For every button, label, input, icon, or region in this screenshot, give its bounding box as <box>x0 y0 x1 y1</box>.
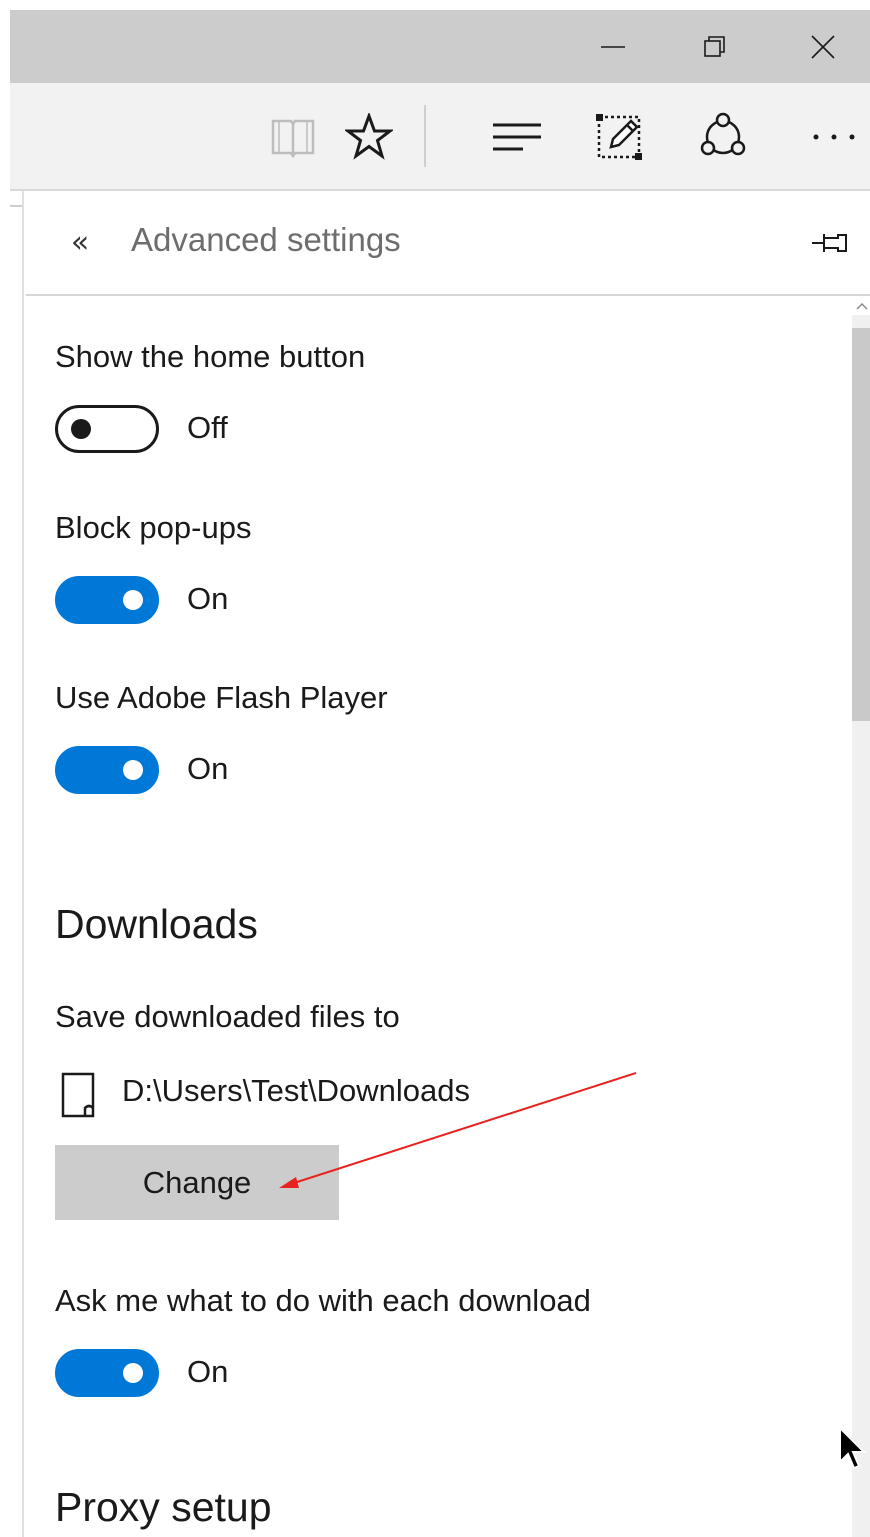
browser-window: « Advanced settings Show the home button… <box>0 0 870 1537</box>
save-location-label: Save downloaded files to <box>55 999 400 1034</box>
reading-view-icon <box>271 119 315 159</box>
ask-download-toggle[interactable] <box>55 1349 159 1397</box>
browser-toolbar <box>10 83 870 191</box>
download-path: D:\Users\Test\Downloads <box>122 1073 471 1108</box>
favorite-star-icon <box>345 113 393 160</box>
more-button[interactable] <box>802 108 866 166</box>
hub-icon <box>493 123 541 151</box>
advanced-settings-panel: « Advanced settings Show the home button… <box>26 191 870 1537</box>
ask-download-label: Ask me what to do with each download <box>55 1283 591 1318</box>
toggle-knob <box>123 590 143 610</box>
web-note-button[interactable] <box>590 108 648 166</box>
panel-title: Advanced settings <box>131 221 401 258</box>
close-button[interactable] <box>788 10 858 83</box>
panel-edge <box>22 191 24 1537</box>
pin-button[interactable] <box>808 225 852 261</box>
toggle-knob <box>123 760 143 780</box>
toolbar-separator <box>424 105 426 167</box>
web-note-icon <box>596 114 642 160</box>
minimize-icon <box>601 45 625 48</box>
hub-button[interactable] <box>488 108 546 166</box>
minimize-button[interactable] <box>578 10 648 83</box>
flash-label: Use Adobe Flash Player <box>55 680 388 715</box>
chevron-up-icon <box>856 302 868 310</box>
restore-button[interactable] <box>680 10 750 83</box>
mouse-cursor-icon <box>839 1426 866 1470</box>
panel-header: « Advanced settings <box>26 191 870 296</box>
ask-download-state: On <box>187 1354 229 1389</box>
share-button[interactable] <box>694 108 752 166</box>
title-bar <box>10 10 870 83</box>
drive-folder-icon <box>61 1072 95 1118</box>
block-popups-toggle[interactable] <box>55 576 159 624</box>
pin-icon <box>812 234 847 252</box>
scroll-up-button[interactable] <box>854 299 870 313</box>
favorite-button[interactable] <box>340 108 398 166</box>
close-icon <box>811 34 835 59</box>
restore-icon <box>704 35 725 57</box>
home-button-toggle[interactable] <box>55 405 159 453</box>
home-button-label: Show the home button <box>55 339 366 374</box>
block-popups-state: On <box>187 581 229 616</box>
reading-view-button[interactable] <box>264 108 322 166</box>
downloads-heading: Downloads <box>55 901 258 947</box>
toggle-knob <box>71 419 91 439</box>
block-popups-label: Block pop-ups <box>55 510 252 545</box>
flash-toggle[interactable] <box>55 746 159 794</box>
flash-state: On <box>187 751 229 786</box>
toggle-knob <box>123 1363 143 1383</box>
page-content-edge <box>10 191 24 1537</box>
change-location-button[interactable]: Change <box>55 1145 339 1220</box>
scrollbar-thumb[interactable] <box>852 328 870 721</box>
proxy-heading: Proxy setup <box>55 1484 272 1530</box>
more-icon <box>813 134 855 140</box>
share-icon <box>700 112 746 156</box>
home-button-state: Off <box>187 410 228 445</box>
back-button[interactable]: « <box>60 223 100 263</box>
